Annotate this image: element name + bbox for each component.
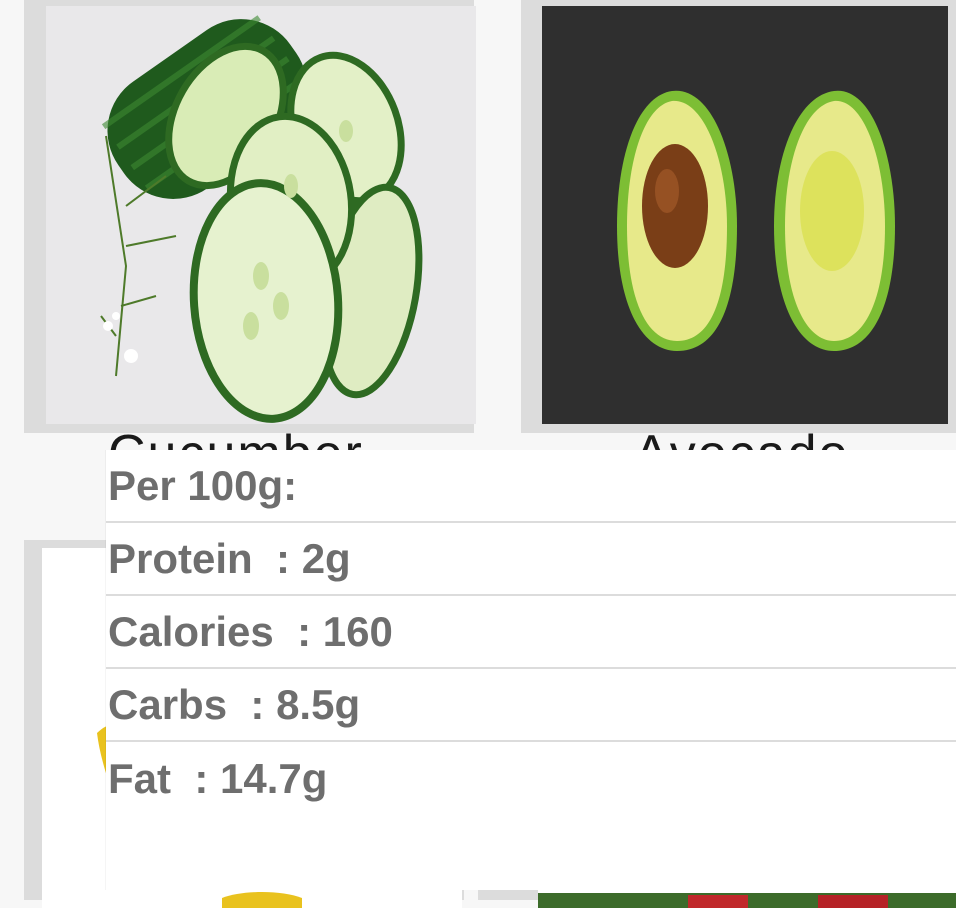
nutrient-name: Fat [108, 754, 171, 802]
nutrition-header-label: Per 100g: [108, 461, 298, 509]
nutrient-value: 8.5g [276, 680, 361, 728]
nutrient-value: 2g [301, 534, 351, 582]
nutrition-row-fat: Fat : 14.7g [108, 754, 328, 802]
nutrient-name: Carbs [108, 680, 228, 728]
nutrient-name: Protein [108, 534, 253, 582]
nutrition-row-calories: Calories : 160 [106, 596, 956, 669]
food-card-cucumber[interactable] [24, 0, 476, 433]
nutrition-row-carbs: Carbs : 8.5g [106, 669, 956, 742]
nutrient-value: 160 [322, 607, 393, 655]
nutrition-row-protein: Protein : 2g [106, 523, 956, 596]
nutrition-header: Per 100g: [106, 450, 956, 523]
nutrition-popup: Per 100g: Protein : 2g Calories : 160 Ca… [106, 450, 956, 890]
food-card-avocado[interactable] [521, 0, 956, 433]
nutrient-value: 14.7g [220, 754, 328, 802]
nutrient-name: Calories [108, 607, 274, 655]
avocado-image[interactable] [542, 6, 948, 424]
cucumber-image[interactable] [46, 6, 476, 424]
